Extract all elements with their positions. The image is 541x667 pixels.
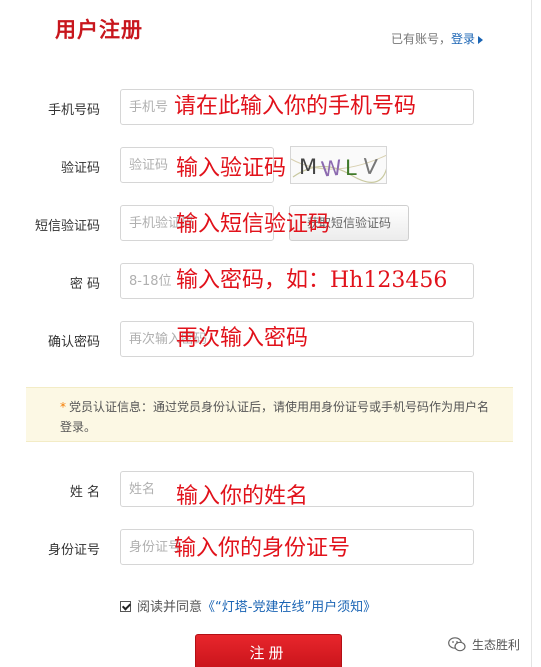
name-label: 姓 名: [69, 485, 100, 500]
has-account-text: 已有账号，: [390, 32, 451, 46]
name-input[interactable]: [120, 471, 474, 507]
party-member-notice: * 党员认证信息：通过党员身份认证后，请使用用身份证号或手机号码作为用户名登录。: [26, 387, 513, 442]
sms-code-input[interactable]: [120, 205, 274, 241]
confirm-password-label: 确认密码: [47, 335, 100, 350]
agree-checkbox[interactable]: [120, 601, 131, 612]
captcha-graphic: M W L V: [291, 154, 386, 183]
password-row: 密 码 输入密码，如：Hh123456: [0, 263, 541, 299]
id-number-row: 身份证号 输入你的身份证号: [0, 529, 541, 565]
watermark-text: 生态胜利: [472, 638, 521, 652]
phone-row: 手机号码 请在此输入你的手机号码: [0, 89, 541, 125]
page-title: 用户注册: [55, 17, 143, 42]
captcha-char-2: W: [320, 156, 343, 182]
login-link[interactable]: 登录: [451, 32, 475, 46]
confirm-password-input[interactable]: [120, 321, 474, 357]
password-label: 密 码: [69, 277, 100, 292]
agreement-prefix: 阅读并同意: [137, 600, 203, 615]
captcha-char-1: M: [299, 155, 317, 179]
confirm-password-row: 确认密码 再次输入密码: [0, 321, 541, 357]
captcha-char-3: L: [345, 156, 357, 180]
user-terms-link[interactable]: 《“灯塔-党建在线”用户须知》: [202, 600, 376, 615]
register-button[interactable]: 注册: [195, 634, 342, 667]
phone-input[interactable]: [120, 89, 474, 125]
password-input[interactable]: [120, 263, 474, 299]
captcha-input[interactable]: [120, 147, 274, 183]
captcha-char-4: V: [362, 154, 379, 179]
id-number-label: 身份证号: [47, 543, 100, 558]
notice-text: 党员认证信息：通过党员身份认证后，请使用用身份证号或手机号码作为用户名登录。: [60, 400, 490, 434]
captcha-label: 验证码: [60, 161, 100, 176]
phone-label: 手机号码: [47, 103, 100, 118]
required-star: *: [60, 400, 66, 414]
wechat-icon: [448, 637, 466, 652]
id-number-input[interactable]: [120, 529, 474, 565]
agreement-row: 阅读并同意《“灯塔-党建在线”用户须知》: [120, 596, 376, 615]
sms-row: 短信验证码 获取短信验证码 输入短信验证码: [0, 205, 541, 241]
name-row: 姓 名 输入你的姓名: [0, 471, 541, 509]
watermark: 生态胜利: [448, 636, 520, 653]
login-hint: 已有账号，登录: [391, 30, 483, 47]
sms-label: 短信验证码: [34, 219, 100, 234]
arrow-right-icon: [478, 35, 483, 44]
get-sms-code-button[interactable]: 获取短信验证码: [289, 205, 409, 241]
captcha-image[interactable]: M W L V: [290, 146, 387, 184]
captcha-row: 验证码 M W L V 输入验证码: [0, 146, 541, 184]
